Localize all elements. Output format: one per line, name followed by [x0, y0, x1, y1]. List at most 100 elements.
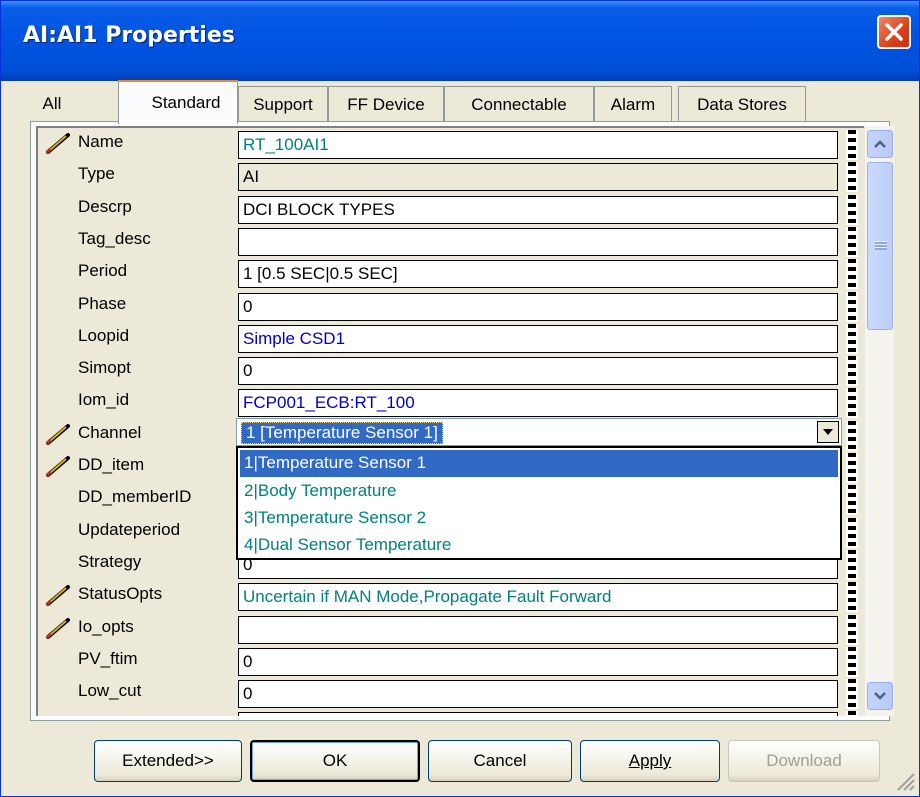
property-row: Simopt 0: [38, 354, 864, 387]
property-value-field[interactable]: 0: [238, 712, 838, 716]
row-resize-handle[interactable]: [846, 646, 858, 677]
pencil-icon: [45, 133, 70, 154]
property-value-field[interactable]: RT_100AI1: [238, 131, 838, 159]
property-name: Loopid: [78, 325, 130, 345]
property-name: Channel: [78, 422, 142, 442]
property-name: L_type: [78, 713, 129, 716]
apply-button[interactable]: Apply: [580, 740, 720, 782]
tab-standard[interactable]: Standard: [118, 80, 238, 124]
property-name: DD_memberID: [78, 487, 192, 507]
property-name: Io_opts: [78, 616, 134, 636]
property-name: Type: [78, 164, 115, 184]
row-resize-handle[interactable]: [846, 549, 858, 580]
property-value-field[interactable]: [238, 615, 838, 644]
channel-selected-value: 1 [Temperature Sensor 1]: [241, 422, 443, 444]
scroll-up-button[interactable]: [867, 130, 893, 158]
property-row: Descrp DCI BLOCK TYPES: [38, 193, 864, 225]
close-icon: [885, 23, 903, 41]
property-name: StatusOpts: [78, 584, 163, 604]
row-resize-handle[interactable]: [846, 130, 858, 160]
extended-button[interactable]: Extended>>: [94, 740, 242, 782]
property-name: Phase: [78, 293, 127, 313]
resize-grip-icon[interactable]: [892, 768, 916, 792]
vertical-scrollbar[interactable]: [864, 126, 894, 716]
row-resize-handle[interactable]: [846, 226, 858, 257]
property-name: Updateperiod: [78, 519, 181, 539]
download-button[interactable]: Download: [728, 740, 880, 782]
row-resize-handle[interactable]: [846, 679, 858, 710]
property-value-field[interactable]: 1 [0.5 SEC|0.5 SEC]: [238, 260, 838, 289]
pencil-icon: [45, 617, 70, 639]
dropdown-option[interactable]: 1|Temperature Sensor 1: [240, 450, 838, 477]
scroll-thumb[interactable]: [867, 162, 893, 330]
row-resize-handle[interactable]: [846, 388, 858, 419]
row-resize-handle[interactable]: [846, 323, 858, 354]
property-name: Period: [78, 261, 128, 281]
property-row: Io_opts: [38, 613, 864, 645]
chevron-down-icon: [874, 692, 886, 700]
property-name: Descrp: [78, 196, 132, 216]
channel-combobox[interactable]: 1 [Temperature Sensor 1]: [236, 418, 842, 446]
tab-ff-device[interactable]: FF Device: [328, 86, 444, 122]
row-resize-handle[interactable]: [846, 582, 858, 613]
property-value-field[interactable]: [238, 227, 838, 256]
property-value-field: AI: [238, 163, 838, 192]
property-row: PV_ftim 0: [38, 645, 864, 677]
property-row: Type AI: [38, 160, 864, 193]
row-resize-handle[interactable]: [846, 194, 858, 225]
property-name: Tag_desc: [78, 228, 151, 248]
dropdown-option[interactable]: 4|Dual Sensor Temperature: [240, 532, 838, 559]
tab-connectable[interactable]: Connectable: [444, 86, 594, 122]
caret-down-icon: [823, 429, 833, 435]
scroll-down-button[interactable]: [867, 682, 893, 710]
property-value-field[interactable]: DCI BLOCK TYPES: [238, 195, 838, 224]
row-resize-handle[interactable]: [846, 453, 858, 483]
row-resize-handle[interactable]: [846, 291, 858, 322]
row-resize-handle[interactable]: [846, 614, 858, 645]
property-name: DD_item: [78, 455, 145, 474]
pencil-icon: [45, 423, 70, 445]
channel-dropdown-list: 1|Temperature Sensor 1 2|Body Temperatur…: [236, 446, 842, 560]
tab-all[interactable]: All: [30, 86, 74, 122]
property-value-field[interactable]: 0: [238, 680, 838, 709]
pencil-icon: [45, 585, 70, 607]
ok-button[interactable]: OK: [250, 740, 420, 782]
property-value-field[interactable]: FCP001_ECB:RT_100: [238, 389, 838, 418]
row-resize-handle[interactable]: [846, 517, 858, 548]
pencil-icon: [45, 456, 70, 477]
cancel-button[interactable]: Cancel: [428, 740, 572, 782]
property-row: Iom_id FCP001_ECB:RT_100: [38, 386, 864, 419]
tab-alarm[interactable]: Alarm: [594, 86, 672, 122]
property-row: StatusOpts Uncertain if MAN Mode,Propagat…: [38, 580, 864, 613]
grip-icon: [875, 241, 887, 250]
property-row: Tag_desc: [38, 225, 864, 257]
combo-dropdown-button[interactable]: [817, 421, 839, 443]
row-resize-handle[interactable]: [846, 711, 858, 716]
row-resize-handle[interactable]: [846, 485, 858, 516]
property-row: Loopid Simple CSD1: [38, 322, 864, 354]
tab-support[interactable]: Support: [238, 86, 328, 122]
tab-strip: All Standard Support FF Device Connectab…: [30, 78, 890, 124]
property-name: Simopt: [78, 358, 131, 378]
property-name: Name: [78, 132, 124, 151]
property-value-field[interactable]: 0: [238, 647, 838, 676]
row-resize-handle[interactable]: [846, 259, 858, 290]
property-value-field[interactable]: Simple CSD1: [238, 324, 838, 353]
property-row: Phase 0: [38, 290, 864, 322]
property-row: Low_cut 0: [38, 677, 864, 710]
row-resize-handle[interactable]: [846, 162, 858, 193]
property-row: Period 1 [0.5 SEC|0.5 SEC]: [38, 257, 864, 290]
property-value-field[interactable]: Uncertain if MAN Mode,Propagate Fault Fo…: [238, 583, 838, 612]
row-resize-handle[interactable]: [846, 420, 858, 451]
dropdown-option[interactable]: 3|Temperature Sensor 2: [240, 505, 838, 532]
row-resize-handle[interactable]: [846, 356, 858, 387]
property-name: Strategy: [78, 551, 142, 571]
title-bar[interactable]: AI:AI1 Properties: [1, 1, 919, 81]
property-row: Name RT_100AI1: [38, 128, 864, 160]
tab-data-stores[interactable]: Data Stores: [678, 86, 806, 122]
dropdown-option[interactable]: 2|Body Temperature: [240, 478, 838, 505]
property-value-field[interactable]: 0: [238, 292, 838, 321]
property-value-field[interactable]: 0: [238, 357, 838, 386]
close-button[interactable]: [877, 15, 911, 49]
property-name: PV_ftim: [78, 648, 138, 668]
